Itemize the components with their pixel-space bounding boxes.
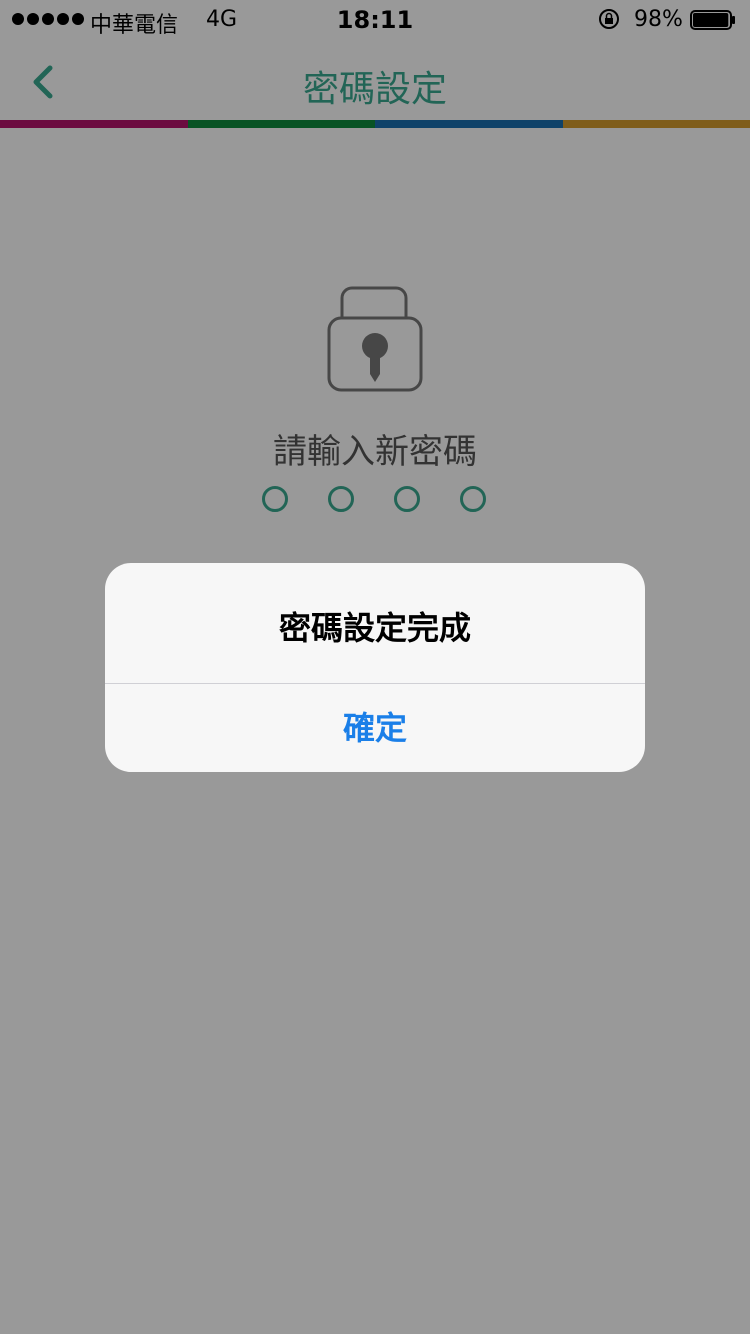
screen: 中華電信 4G 18:11 98% 密碼設定 請輸入新密碼 密碼設定完成 確定: [0, 0, 750, 1334]
alert-dialog: 密碼設定完成 確定: [105, 563, 645, 772]
alert-title: 密碼設定完成: [278, 609, 471, 647]
confirm-button[interactable]: 確定: [105, 684, 645, 772]
